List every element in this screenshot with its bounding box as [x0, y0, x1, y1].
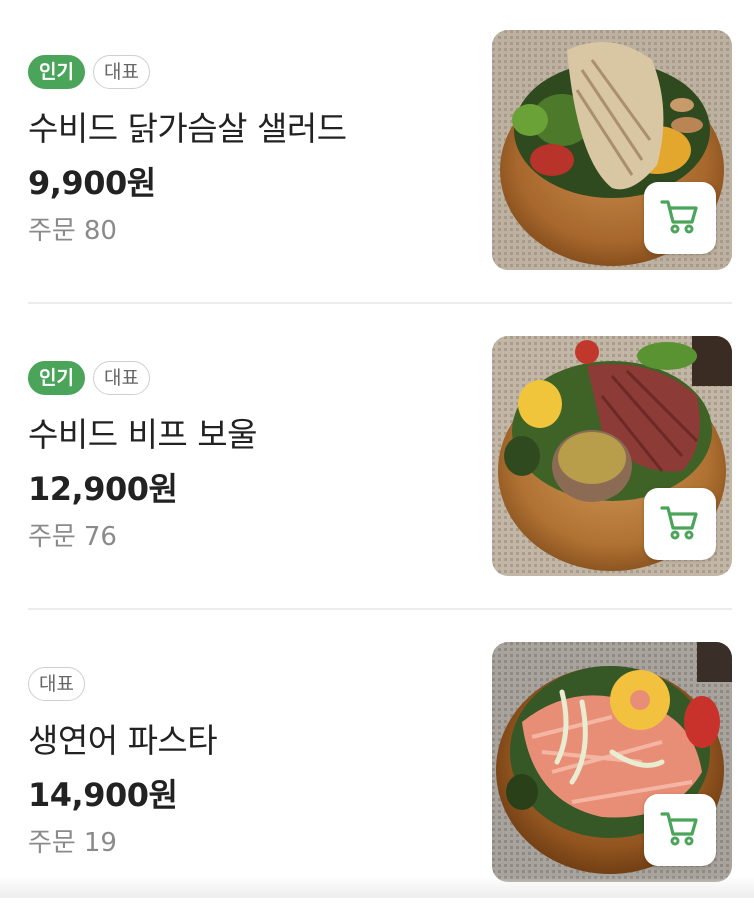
order-count-value: 80 [83, 216, 117, 246]
signature-badge: 대표 [92, 55, 150, 89]
add-to-cart-button[interactable] [644, 488, 716, 560]
badge-group: 인기 대표 [28, 55, 150, 89]
order-count-label: 주문 [28, 216, 76, 246]
menu-item[interactable]: 대표 생연어 파스타 14,900원 주문 19 [0, 612, 754, 918]
order-count: 주문 76 [28, 516, 125, 553]
add-to-cart-button[interactable] [644, 794, 716, 866]
badge-group: 인기 대표 [28, 361, 150, 395]
badge-group: 대표 [28, 667, 85, 701]
menu-item-name: 수비드 비프 보울 [28, 415, 258, 454]
menu-item[interactable]: 인기 대표 수비드 비프 보울 12,900원 주문 76 [0, 306, 754, 612]
menu-item-name: 생연어 파스타 [28, 721, 218, 760]
menu-item-price: 9,900원 [28, 164, 156, 202]
popular-badge: 인기 [28, 361, 85, 395]
cart-icon [660, 503, 700, 545]
menu-item-price: 12,900원 [28, 470, 178, 508]
menu-item[interactable]: 인기 대표 수비드 닭가슴살 샐러드 9,900원 주문 80 [0, 0, 754, 306]
popular-badge: 인기 [28, 55, 85, 89]
order-count: 주문 19 [28, 822, 125, 859]
order-count-label: 주문 [28, 828, 76, 858]
cart-icon [660, 197, 700, 239]
bottom-scroll-fade [0, 876, 754, 898]
signature-badge: 대표 [28, 667, 85, 701]
order-count-value: 76 [83, 522, 117, 552]
divider [28, 608, 732, 610]
menu-item-name: 수비드 닭가슴살 샐러드 [28, 109, 347, 148]
order-count-value: 19 [83, 828, 117, 858]
signature-badge: 대표 [92, 361, 150, 395]
divider [28, 302, 732, 304]
order-count-label: 주문 [28, 522, 76, 552]
order-count: 주문 80 [28, 210, 125, 247]
cart-icon [660, 809, 700, 851]
add-to-cart-button[interactable] [644, 182, 716, 254]
menu-item-price: 14,900원 [28, 776, 178, 814]
